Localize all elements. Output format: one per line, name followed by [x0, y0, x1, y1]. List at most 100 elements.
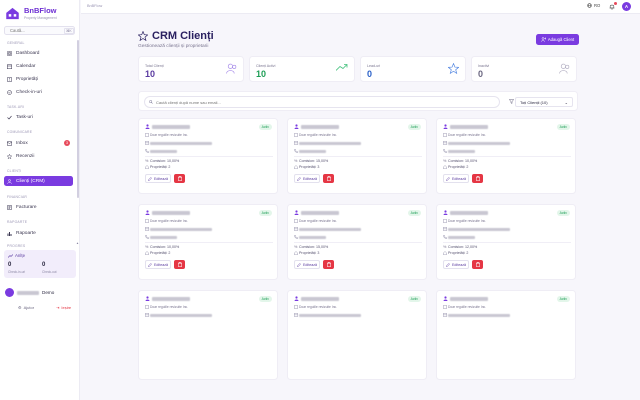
client-company: Doar regulile revizuite Inc. [299, 219, 338, 223]
sidebar-item-calendar[interactable]: Calendar [4, 61, 73, 71]
sidebar-item-label: Proprietăți [16, 76, 38, 82]
delete-button[interactable] [174, 260, 185, 269]
edit-button[interactable]: Editează [145, 174, 171, 183]
trash-icon [475, 176, 480, 181]
client-company: Doar regulile revizuite Inc. [150, 219, 189, 223]
status-badge: Activ [258, 210, 272, 216]
progress-checkout-value: 0 [42, 262, 46, 268]
mail-icon [443, 141, 447, 145]
checkin-icon [7, 89, 12, 95]
brand[interactable]: BnBFlow Property Management [5, 6, 57, 20]
status-badge: Activ [556, 296, 570, 302]
person-icon [443, 296, 448, 301]
mail-icon [443, 313, 447, 317]
status-badge: Activ [407, 124, 421, 130]
stat-active-clients: Clienți Activi 10 [249, 56, 355, 82]
client-filter-select[interactable]: Toți Clienții (10) ⌄ [515, 97, 573, 107]
trend-up-icon [336, 64, 348, 71]
delete-button[interactable] [472, 174, 483, 183]
edit-button[interactable]: Editează [294, 260, 320, 269]
building-icon [294, 133, 298, 137]
sidebar-item-reports[interactable]: Rapoarte [4, 228, 73, 238]
client-email-redacted [448, 227, 510, 231]
trash-icon [177, 262, 182, 267]
mail-icon [145, 141, 149, 145]
sidebar-item-checkin[interactable]: Check-in-uri [4, 87, 73, 97]
sidebar-item-invoices[interactable]: Facturare [4, 202, 73, 212]
client-card[interactable]: Activ Doar regulile revizuite Inc. [138, 290, 278, 380]
sidebar-item-reviews[interactable]: Recenzii [4, 151, 73, 161]
chevron-down-icon: ⌄ [564, 99, 568, 105]
client-company: Doar regulile revizuite Inc. [448, 305, 487, 309]
nav-section-communication: COMUNICARE [7, 130, 33, 134]
sidebar-item-tasks[interactable]: Task-uri [4, 112, 73, 122]
client-card[interactable]: Activ Doar regulile revizuite Inc. % Com… [138, 118, 278, 194]
phone-icon [443, 235, 447, 239]
trash-icon [177, 176, 182, 181]
client-search[interactable] [144, 96, 500, 108]
phone-icon [145, 235, 149, 239]
client-card[interactable]: Activ Doar regulile revizuite Inc. [436, 290, 576, 380]
delete-button[interactable] [323, 174, 334, 183]
language-selector[interactable]: RO [587, 3, 600, 8]
sidebar-item-dashboard[interactable]: Dashboard [4, 48, 73, 58]
card-divider [443, 241, 571, 243]
sidebar-search-input[interactable] [10, 28, 62, 33]
sidebar-item-clients[interactable]: Clienți (CRM) [4, 176, 73, 186]
client-card[interactable]: Activ Doar regulile revizuite Inc. % Com… [287, 204, 427, 280]
client-properties: Proprietăți: 2 [150, 165, 171, 169]
star-outline-icon [138, 31, 148, 41]
client-commission: Comision: 10,00% [150, 245, 180, 249]
stat-inactive: Inactivi 0 [471, 56, 577, 82]
client-phone-redacted [448, 235, 475, 239]
phone-icon [294, 149, 298, 153]
edit-icon [297, 176, 301, 181]
edit-button[interactable]: Editează [145, 260, 171, 269]
edit-button[interactable]: Editează [294, 174, 320, 183]
trash-icon [326, 176, 331, 181]
topbar-avatar[interactable]: A [622, 2, 631, 11]
client-card[interactable]: Activ Doar regulile revizuite Inc. % Com… [138, 204, 278, 280]
edit-icon [148, 262, 152, 267]
edit-button[interactable]: Editează [443, 260, 469, 269]
person-icon [145, 210, 150, 215]
help-link[interactable]: ⚙ Ajutor [18, 305, 34, 310]
user-profile[interactable]: Demo [5, 288, 54, 297]
person-icon [294, 210, 299, 215]
client-card[interactable]: Activ Doar regulile revizuite Inc. % Com… [436, 204, 576, 280]
client-commission: Comision: 10,00% [448, 159, 478, 163]
sidebar-item-inbox[interactable]: Inbox 3 [4, 138, 73, 148]
client-email-redacted [448, 313, 510, 317]
stat-leads: Lead-uri 0 [360, 56, 466, 82]
scroll-up-arrow-icon[interactable]: ▲ [76, 241, 79, 245]
client-card[interactable]: Activ Doar regulile revizuite Inc. % Com… [287, 118, 427, 194]
delete-button[interactable] [323, 260, 334, 269]
phone-icon [443, 149, 447, 153]
client-email-redacted [448, 141, 510, 145]
edit-button[interactable]: Editează [443, 174, 469, 183]
building-icon [145, 305, 149, 309]
building-icon [7, 76, 12, 82]
client-card[interactable]: Activ Doar regulile revizuite Inc. % Com… [436, 118, 576, 194]
client-company: Doar regulile revizuite Inc. [299, 305, 338, 309]
sidebar-search[interactable]: ⌘K [4, 26, 75, 35]
nav-section-progress: PROGRES [7, 244, 26, 248]
client-card[interactable]: Activ Doar regulile revizuite Inc. [287, 290, 427, 380]
house-logo-icon [6, 7, 19, 19]
phone-icon [294, 235, 298, 239]
mail-icon [145, 227, 149, 231]
delete-button[interactable] [472, 260, 483, 269]
sidebar-scrollbar[interactable] [77, 40, 79, 198]
delete-button[interactable] [174, 174, 185, 183]
home-icon [145, 251, 149, 255]
add-client-button[interactable]: Adaugă Client [536, 34, 579, 45]
invoice-icon [7, 204, 12, 210]
client-name-redacted [450, 211, 488, 215]
person-icon [145, 296, 150, 301]
home-icon [294, 165, 298, 169]
client-properties: Proprietăți: 2 [150, 251, 171, 255]
sidebar-item-properties[interactable]: Proprietăți [4, 74, 73, 84]
client-search-input[interactable] [156, 99, 456, 105]
users-icon [559, 63, 570, 74]
logout-link[interactable]: ⇥ Ieșire [56, 305, 71, 310]
